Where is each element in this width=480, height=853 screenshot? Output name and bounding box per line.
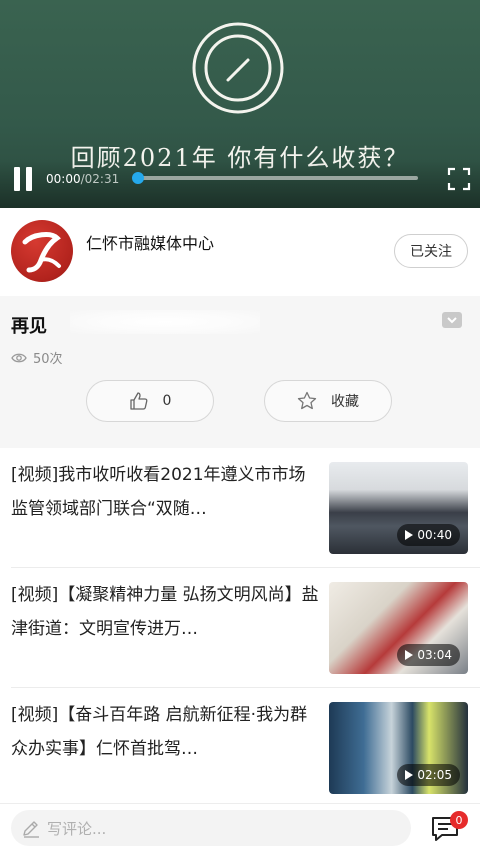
expand-toggle[interactable] — [442, 312, 462, 328]
news-title[interactable]: [视频]我市收听收看2021年遵义市市场监管领域部门联合“双随… — [11, 458, 319, 526]
news-title[interactable]: [视频]【凝聚精神力量 弘扬文明风尚】盐津街道：文明宣传进万… — [11, 578, 319, 646]
logo-icon — [22, 232, 61, 273]
pause-icon — [14, 167, 20, 191]
play-icon — [405, 530, 414, 540]
view-count: 50次 — [11, 348, 63, 367]
news-thumbnail[interactable]: 02:05 — [329, 702, 468, 794]
star-icon — [297, 391, 317, 410]
fullscreen-icon[interactable] — [447, 167, 471, 191]
favorite-button[interactable]: 收藏 — [264, 380, 392, 422]
eye-icon — [11, 353, 27, 362]
video-time: 00:00/02:31 — [46, 172, 119, 186]
play-icon — [405, 650, 414, 660]
video-duration-badge: 02:05 — [397, 764, 460, 786]
favorite-label: 收藏 — [331, 394, 359, 410]
clock-drawing-icon — [192, 22, 284, 114]
video-duration: 00:40 — [417, 528, 452, 542]
video-duration: 02:05 — [417, 768, 452, 782]
like-button[interactable]: 0 — [86, 380, 214, 422]
news-thumbnail[interactable]: 00:40 — [329, 462, 468, 554]
publisher-avatar[interactable] — [11, 220, 73, 282]
follow-button[interactable]: 已关注 — [394, 234, 468, 268]
comment-count-badge: 0 — [450, 811, 468, 829]
news-item[interactable]: [视频]【奋斗百年路 启航新征程·我为群众办实事】仁怀首批驾… 02:05 — [0, 688, 480, 808]
article-title: 再见 — [11, 316, 47, 337]
comment-input[interactable]: 写评论... — [11, 810, 411, 846]
news-title[interactable]: [视频]【奋斗百年路 启航新征程·我为群众办实事】仁怀首批驾… — [11, 698, 319, 766]
video-duration-badge: 00:40 — [397, 524, 460, 546]
progress-knob[interactable] — [132, 172, 144, 184]
publisher-row: 仁怀市融媒体中心 已关注 — [0, 208, 480, 296]
chevron-down-icon — [447, 317, 457, 324]
progress-track[interactable] — [132, 172, 418, 184]
news-thumbnail[interactable]: 03:04 — [329, 582, 468, 674]
video-duration-badge: 03:04 — [397, 644, 460, 666]
like-count: 0 — [162, 393, 172, 409]
pause-button[interactable] — [12, 167, 34, 191]
current-time: 00:00 — [46, 172, 81, 186]
publisher-name[interactable]: 仁怀市融媒体中心 — [86, 230, 214, 254]
comment-bar: 写评论... — [0, 803, 480, 853]
news-item[interactable]: [视频]【凝聚精神力量 弘扬文明风尚】盐津街道：文明宣传进万… 03:04 — [0, 568, 480, 688]
play-icon — [405, 770, 414, 780]
comment-placeholder: 写评论... — [47, 819, 107, 838]
view-count-text: 50次 — [33, 352, 63, 367]
pencil-icon — [23, 821, 39, 838]
news-item[interactable]: [视频]我市收听收看2021年遵义市市场监管领域部门联合“双随… 00:40 — [0, 448, 480, 568]
video-player[interactable]: 回顾2021年 你有什么收获？ 00:00/02:31 — [0, 0, 480, 208]
total-duration: /02:31 — [80, 172, 120, 186]
article-info: 再见 50次 0 收藏 — [0, 296, 480, 448]
thumbs-up-icon — [129, 392, 147, 410]
video-duration: 03:04 — [417, 648, 452, 662]
blurred-text — [70, 310, 260, 334]
app-root: 回顾2021年 你有什么收获？ 00:00/02:31 仁怀市融媒体中心 已关注… — [0, 0, 480, 853]
